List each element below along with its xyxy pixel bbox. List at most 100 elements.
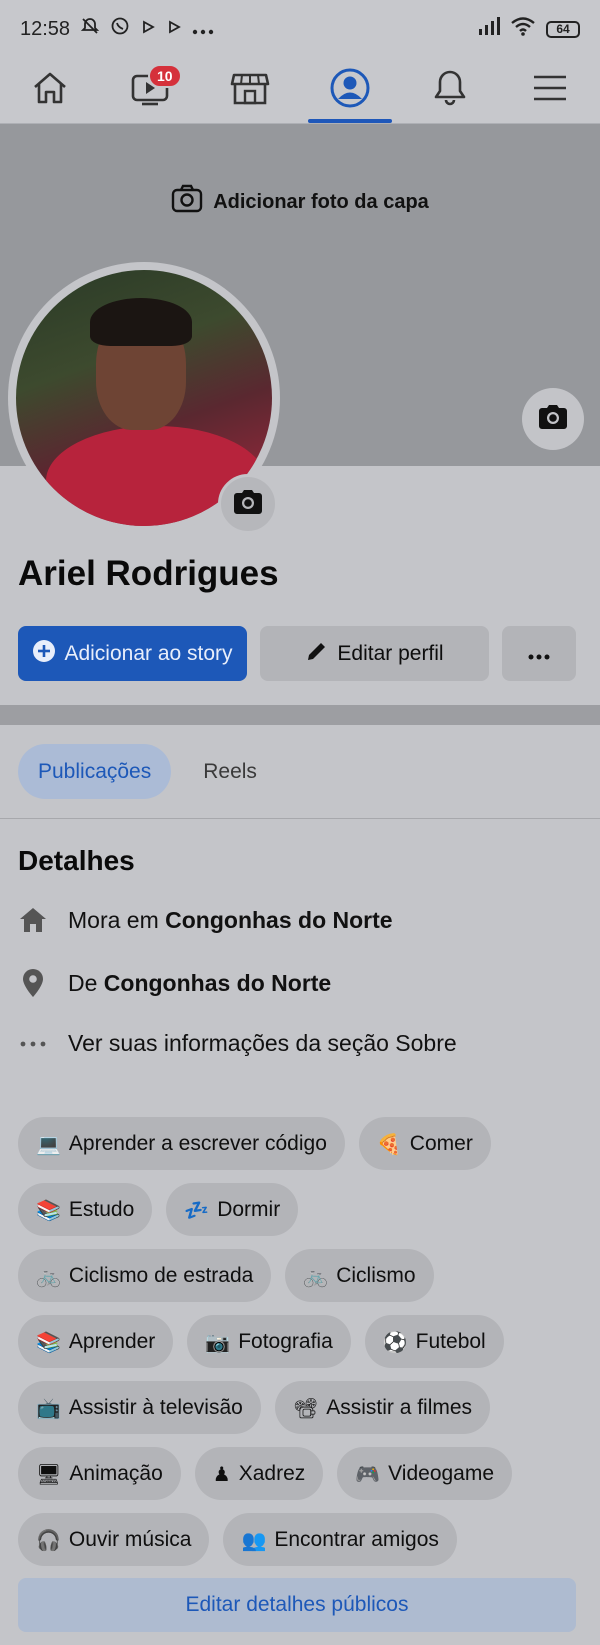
from-city: Congonhas do Norte [103,969,332,996]
hobby-chip[interactable]: 🍕 Comer [358,1117,491,1170]
nav-marketplace[interactable] [200,58,300,123]
soccer-ball-icon: ⚽ [382,1329,408,1354]
add-cover-photo-button[interactable]: Adicionar foto da capa [0,184,600,220]
pencil-icon [305,639,329,669]
hobby-chip[interactable]: 📽 Assistir a filmes [274,1381,491,1434]
game-controller-icon: 🎮 [355,1461,381,1486]
bicycle-icon: 🚲 [36,1263,61,1288]
more-dots-icon [527,642,551,666]
detail-from: De Congonhas do Norte [18,968,331,998]
bicycle-icon: 🚲 [303,1263,329,1288]
nav-profile[interactable] [300,58,400,123]
hobby-label: Ciclismo de estrada [68,1263,254,1287]
hobby-label: Videogame [388,1461,495,1485]
hobby-label: Comer [409,1131,473,1155]
hobby-label: Estudo [68,1197,135,1221]
television-icon: 📺 [36,1395,61,1420]
home-icon [31,69,69,112]
lives-in-prefix: Mora em [68,906,166,933]
hobby-label: Assistir à televisão [68,1395,243,1419]
hobby-chip[interactable]: 📚 Aprender [18,1315,174,1368]
add-to-story-label: Adicionar ao story [64,641,233,665]
cover-camera-button[interactable] [522,388,584,450]
location-pin-icon [18,968,48,998]
hobby-label: Assistir a filmes [326,1395,473,1419]
lives-in-city: Congonhas do Norte [165,906,393,933]
hobby-chip[interactable]: ⚽ Futebol [364,1315,504,1368]
hobby-chip[interactable]: 💻 Aprender a escrever código [18,1117,345,1170]
nav-video[interactable]: 10 [100,58,200,123]
hobby-label: Animação [69,1461,163,1485]
film-projector-icon: 📽 [292,1395,319,1420]
battery-indicator: 64 [546,20,580,38]
headphones-icon: 🎧 [36,1527,61,1552]
hobby-label: Ouvir música [68,1527,192,1551]
hobby-chip[interactable]: 🖥 Animação [18,1447,181,1500]
marketplace-icon [230,69,270,112]
section-divider [0,705,600,725]
edit-public-details-button[interactable]: Editar detalhes públicos [18,1578,576,1632]
status-time: 12:58 [20,17,71,40]
more-options-button[interactable] [502,626,576,681]
people-icon: 👥 [241,1527,267,1552]
nav-notifications[interactable] [400,58,500,123]
mute-icon [80,16,100,42]
hobby-chip[interactable]: 🚲 Ciclismo de estrada [18,1249,272,1302]
hobby-label: Ciclismo [336,1263,416,1287]
hobby-chip[interactable]: 📷 Fotografia [187,1315,351,1368]
laptop-icon: 💻 [36,1131,61,1156]
edit-profile-button[interactable]: Editar perfil [260,626,489,681]
hobby-chip[interactable]: 📺 Assistir à televisão [18,1381,261,1434]
hobby-chip[interactable]: 👥 Encontrar amigos [223,1513,457,1566]
edit-profile-label: Editar perfil [337,641,444,665]
hobby-chip[interactable]: 💤 Dormir [166,1183,299,1236]
from-prefix: De [68,969,104,996]
hobby-label: Xadrez [238,1461,306,1485]
top-navigation: 10 [0,58,600,124]
hobby-chip[interactable]: 🚲 Ciclismo [285,1249,434,1302]
hobby-label: Dormir [217,1197,281,1221]
sleep-icon: 💤 [184,1197,210,1222]
pizza-icon: 🍕 [376,1131,402,1156]
books-icon: 📚 [36,1329,61,1354]
house-icon [18,906,48,934]
tab-publicacoes[interactable]: Publicações [18,744,172,799]
add-to-story-button[interactable]: Adicionar ao story [18,626,247,681]
hobby-label: Encontrar amigos [274,1527,439,1551]
signal-icon [478,16,500,42]
chess-pawn-icon: ♟ [212,1461,231,1486]
hobby-chip[interactable]: 🎧 Ouvir música [18,1513,210,1566]
profile-tabs: Publicações Reels [0,725,600,819]
monitor-icon: 🖥 [36,1461,62,1486]
hobby-chip[interactable]: ♟ Xadrez [194,1447,324,1500]
status-bar: 12:58 64 [0,0,600,58]
books-icon: 📚 [36,1197,61,1222]
hobby-label: Futebol [415,1329,486,1353]
hobby-chip[interactable]: 🎮 Videogame [337,1447,513,1500]
hobby-chip[interactable]: 📚 Estudo [18,1183,153,1236]
hobby-label: Fotografia [238,1329,333,1353]
play-icon [140,18,156,41]
more-notifications-icon [192,18,214,41]
see-about-info-label: Ver suas informações da seção Sobre [68,1030,457,1056]
more-dots-icon [18,1041,48,1047]
see-about-info-link[interactable]: Ver suas informações da seção Sobre [18,1030,457,1057]
detail-lives-in: Mora em Congonhas do Norte [18,906,393,934]
avatar-camera-button[interactable] [218,474,278,534]
play-icon [166,18,182,41]
profile-name: Ariel Rodrigues [18,554,279,593]
nav-home[interactable] [0,58,100,123]
plus-circle-icon [32,639,56,669]
profile-icon [329,67,371,114]
hobbies-list: 💻 Aprender a escrever código 🍕 Comer 📚 Estu… [18,1117,582,1579]
nav-menu[interactable] [500,58,600,123]
wifi-icon [510,16,536,42]
whatsapp-icon [110,16,130,42]
hamburger-menu-icon [532,73,568,108]
camera-icon [537,403,569,436]
camera-icon [171,184,203,220]
tab-reels[interactable]: Reels [183,744,277,799]
add-cover-label: Adicionar foto da capa [213,190,429,213]
hobby-label: Aprender a escrever código [68,1131,327,1155]
camera-icon [232,488,264,521]
